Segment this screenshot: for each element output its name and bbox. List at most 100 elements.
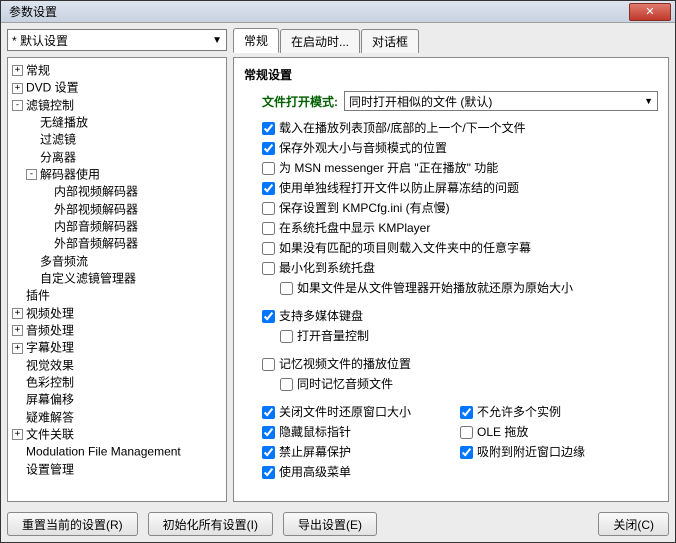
checkbox-c5[interactable] (262, 202, 275, 215)
checkbox-g3a[interactable] (262, 358, 275, 371)
checkbox-c8[interactable] (262, 262, 275, 275)
tree-item[interactable]: 无缝播放 (26, 114, 224, 131)
reset-button[interactable]: 重置当前的设置(R) (7, 512, 138, 536)
checkbox-label[interactable]: 支持多媒体键盘 (279, 307, 363, 325)
tree-item[interactable]: 外部视频解码器 (40, 201, 224, 218)
checkbox-c6[interactable] (262, 222, 275, 235)
tree-label[interactable]: 字幕处理 (26, 341, 74, 355)
tab-1[interactable]: 在启动时... (280, 29, 360, 53)
tree-item[interactable]: 屏幕偏移 (12, 391, 224, 408)
expand-icon[interactable]: + (12, 325, 23, 336)
tree-label[interactable]: 内部音频解码器 (54, 219, 138, 233)
tree-label[interactable]: 文件关联 (26, 427, 74, 441)
tree-label[interactable]: 视频处理 (26, 306, 74, 320)
tree-label[interactable]: 插件 (26, 289, 50, 303)
close-icon[interactable]: ✕ (629, 3, 671, 21)
checkbox-label[interactable]: 使用高级菜单 (279, 463, 351, 481)
checkbox-label[interactable]: 使用单独线程打开文件以防止屏幕冻结的问题 (279, 179, 519, 197)
checkbox-g2a[interactable] (262, 310, 275, 323)
checkbox-gr1[interactable] (460, 406, 473, 419)
checkbox-label[interactable]: 最小化到系统托盘 (279, 259, 375, 277)
tree-label[interactable]: 外部音频解码器 (54, 237, 138, 251)
checkbox-c1[interactable] (262, 122, 275, 135)
checkbox-label[interactable]: 禁止屏幕保护 (279, 443, 351, 461)
tree-label[interactable]: 分离器 (40, 150, 76, 164)
export-button[interactable]: 导出设置(E) (283, 512, 377, 536)
open-mode-select[interactable]: 同时打开相似的文件 (默认) ▼ (344, 91, 658, 111)
close-button[interactable]: 关闭(C) (598, 512, 669, 536)
tree-item[interactable]: 内部视频解码器 (40, 183, 224, 200)
tab-0[interactable]: 常规 (233, 28, 279, 53)
expand-icon[interactable]: + (12, 308, 23, 319)
tree-label[interactable]: 视觉效果 (26, 358, 74, 372)
tree-item[interactable]: +文件关联 (12, 426, 224, 443)
tree-label[interactable]: 内部视频解码器 (54, 185, 138, 199)
preset-select[interactable]: * 默认设置 ▼ (7, 29, 227, 51)
tab-2[interactable]: 对话框 (361, 29, 419, 53)
tree-label[interactable]: 音频处理 (26, 323, 74, 337)
tree-item[interactable]: 内部音频解码器 (40, 218, 224, 235)
checkbox-gl4[interactable] (262, 466, 275, 479)
tree-item[interactable]: -解码器使用内部视频解码器外部视频解码器内部音频解码器外部音频解码器 (26, 166, 224, 253)
checkbox-label[interactable]: 保存外观大小与音频模式的位置 (279, 139, 447, 157)
tree-label[interactable]: 过滤镜 (40, 133, 76, 147)
checkbox-label[interactable]: 如果没有匹配的项目则载入文件夹中的任意字幕 (279, 239, 531, 257)
tree-item[interactable]: +字幕处理 (12, 339, 224, 356)
checkbox-label[interactable]: 记忆视频文件的播放位置 (279, 355, 411, 373)
tree-item[interactable]: +音频处理 (12, 322, 224, 339)
checkbox-label[interactable]: 吸附到附近窗口边缘 (477, 443, 585, 461)
tree-label[interactable]: DVD 设置 (26, 81, 79, 95)
expand-icon[interactable]: + (12, 429, 23, 440)
checkbox-gl1[interactable] (262, 406, 275, 419)
tree-label[interactable]: 设置管理 (26, 462, 74, 476)
tree-item[interactable]: 设置管理 (12, 461, 224, 478)
tree-label[interactable]: Modulation File Management (26, 445, 181, 459)
tree-label[interactable]: 色彩控制 (26, 375, 74, 389)
tree-item[interactable]: -滤镜控制无缝播放过滤镜分离器-解码器使用内部视频解码器外部视频解码器内部音频解… (12, 97, 224, 288)
collapse-icon[interactable]: - (12, 100, 23, 111)
tree-item[interactable]: 色彩控制 (12, 374, 224, 391)
tree-item[interactable]: +DVD 设置 (12, 79, 224, 96)
checkbox-gr3[interactable] (460, 446, 473, 459)
checkbox-label[interactable]: 为 MSN messenger 开启 "正在播放" 功能 (279, 159, 498, 177)
tree-label[interactable]: 疑难解答 (26, 410, 74, 424)
tree-label[interactable]: 滤镜控制 (26, 98, 74, 112)
tree-item[interactable]: 分离器 (26, 149, 224, 166)
checkbox-label[interactable]: 不允许多个实例 (477, 403, 561, 421)
tree-item[interactable]: 视觉效果 (12, 357, 224, 374)
tree-item[interactable]: +常规 (12, 62, 224, 79)
tree-item[interactable]: 疑难解答 (12, 409, 224, 426)
checkbox-c4[interactable] (262, 182, 275, 195)
checkbox-label[interactable]: 如果文件是从文件管理器开始播放就还原为原始大小 (297, 279, 573, 297)
checkbox-label[interactable]: OLE 拖放 (477, 423, 528, 441)
checkbox-c3[interactable] (262, 162, 275, 175)
checkbox-label[interactable]: 隐藏鼠标指针 (279, 423, 351, 441)
tree-label[interactable]: 无缝播放 (40, 115, 88, 129)
tree-label[interactable]: 自定义滤镜管理器 (40, 271, 136, 285)
checkbox-c9[interactable] (280, 282, 293, 295)
tree-item[interactable]: +视频处理 (12, 305, 224, 322)
collapse-icon[interactable]: - (26, 169, 37, 180)
checkbox-label[interactable]: 关闭文件时还原窗口大小 (279, 403, 411, 421)
tree-label[interactable]: 常规 (26, 63, 50, 77)
tree-item[interactable]: 外部音频解码器 (40, 235, 224, 252)
checkbox-gl3[interactable] (262, 446, 275, 459)
expand-icon[interactable]: + (12, 83, 23, 94)
checkbox-c2[interactable] (262, 142, 275, 155)
tree-item[interactable]: 自定义滤镜管理器 (26, 270, 224, 287)
tree-label[interactable]: 外部视频解码器 (54, 202, 138, 216)
tree-item[interactable]: 多音频流 (26, 253, 224, 270)
tree-label[interactable]: 解码器使用 (40, 167, 100, 181)
checkbox-g3b[interactable] (280, 378, 293, 391)
checkbox-label[interactable]: 载入在播放列表顶部/底部的上一个/下一个文件 (279, 119, 526, 137)
checkbox-label[interactable]: 打开音量控制 (297, 327, 369, 345)
checkbox-gl2[interactable] (262, 426, 275, 439)
tree-item[interactable]: 插件 (12, 287, 224, 304)
tree-label[interactable]: 多音频流 (40, 254, 88, 268)
checkbox-label[interactable]: 在系统托盘中显示 KMPlayer (279, 219, 430, 237)
checkbox-gr2[interactable] (460, 426, 473, 439)
expand-icon[interactable]: + (12, 65, 23, 76)
init-all-button[interactable]: 初始化所有设置(I) (148, 512, 273, 536)
checkbox-g2b[interactable] (280, 330, 293, 343)
tree-item[interactable]: 过滤镜 (26, 131, 224, 148)
